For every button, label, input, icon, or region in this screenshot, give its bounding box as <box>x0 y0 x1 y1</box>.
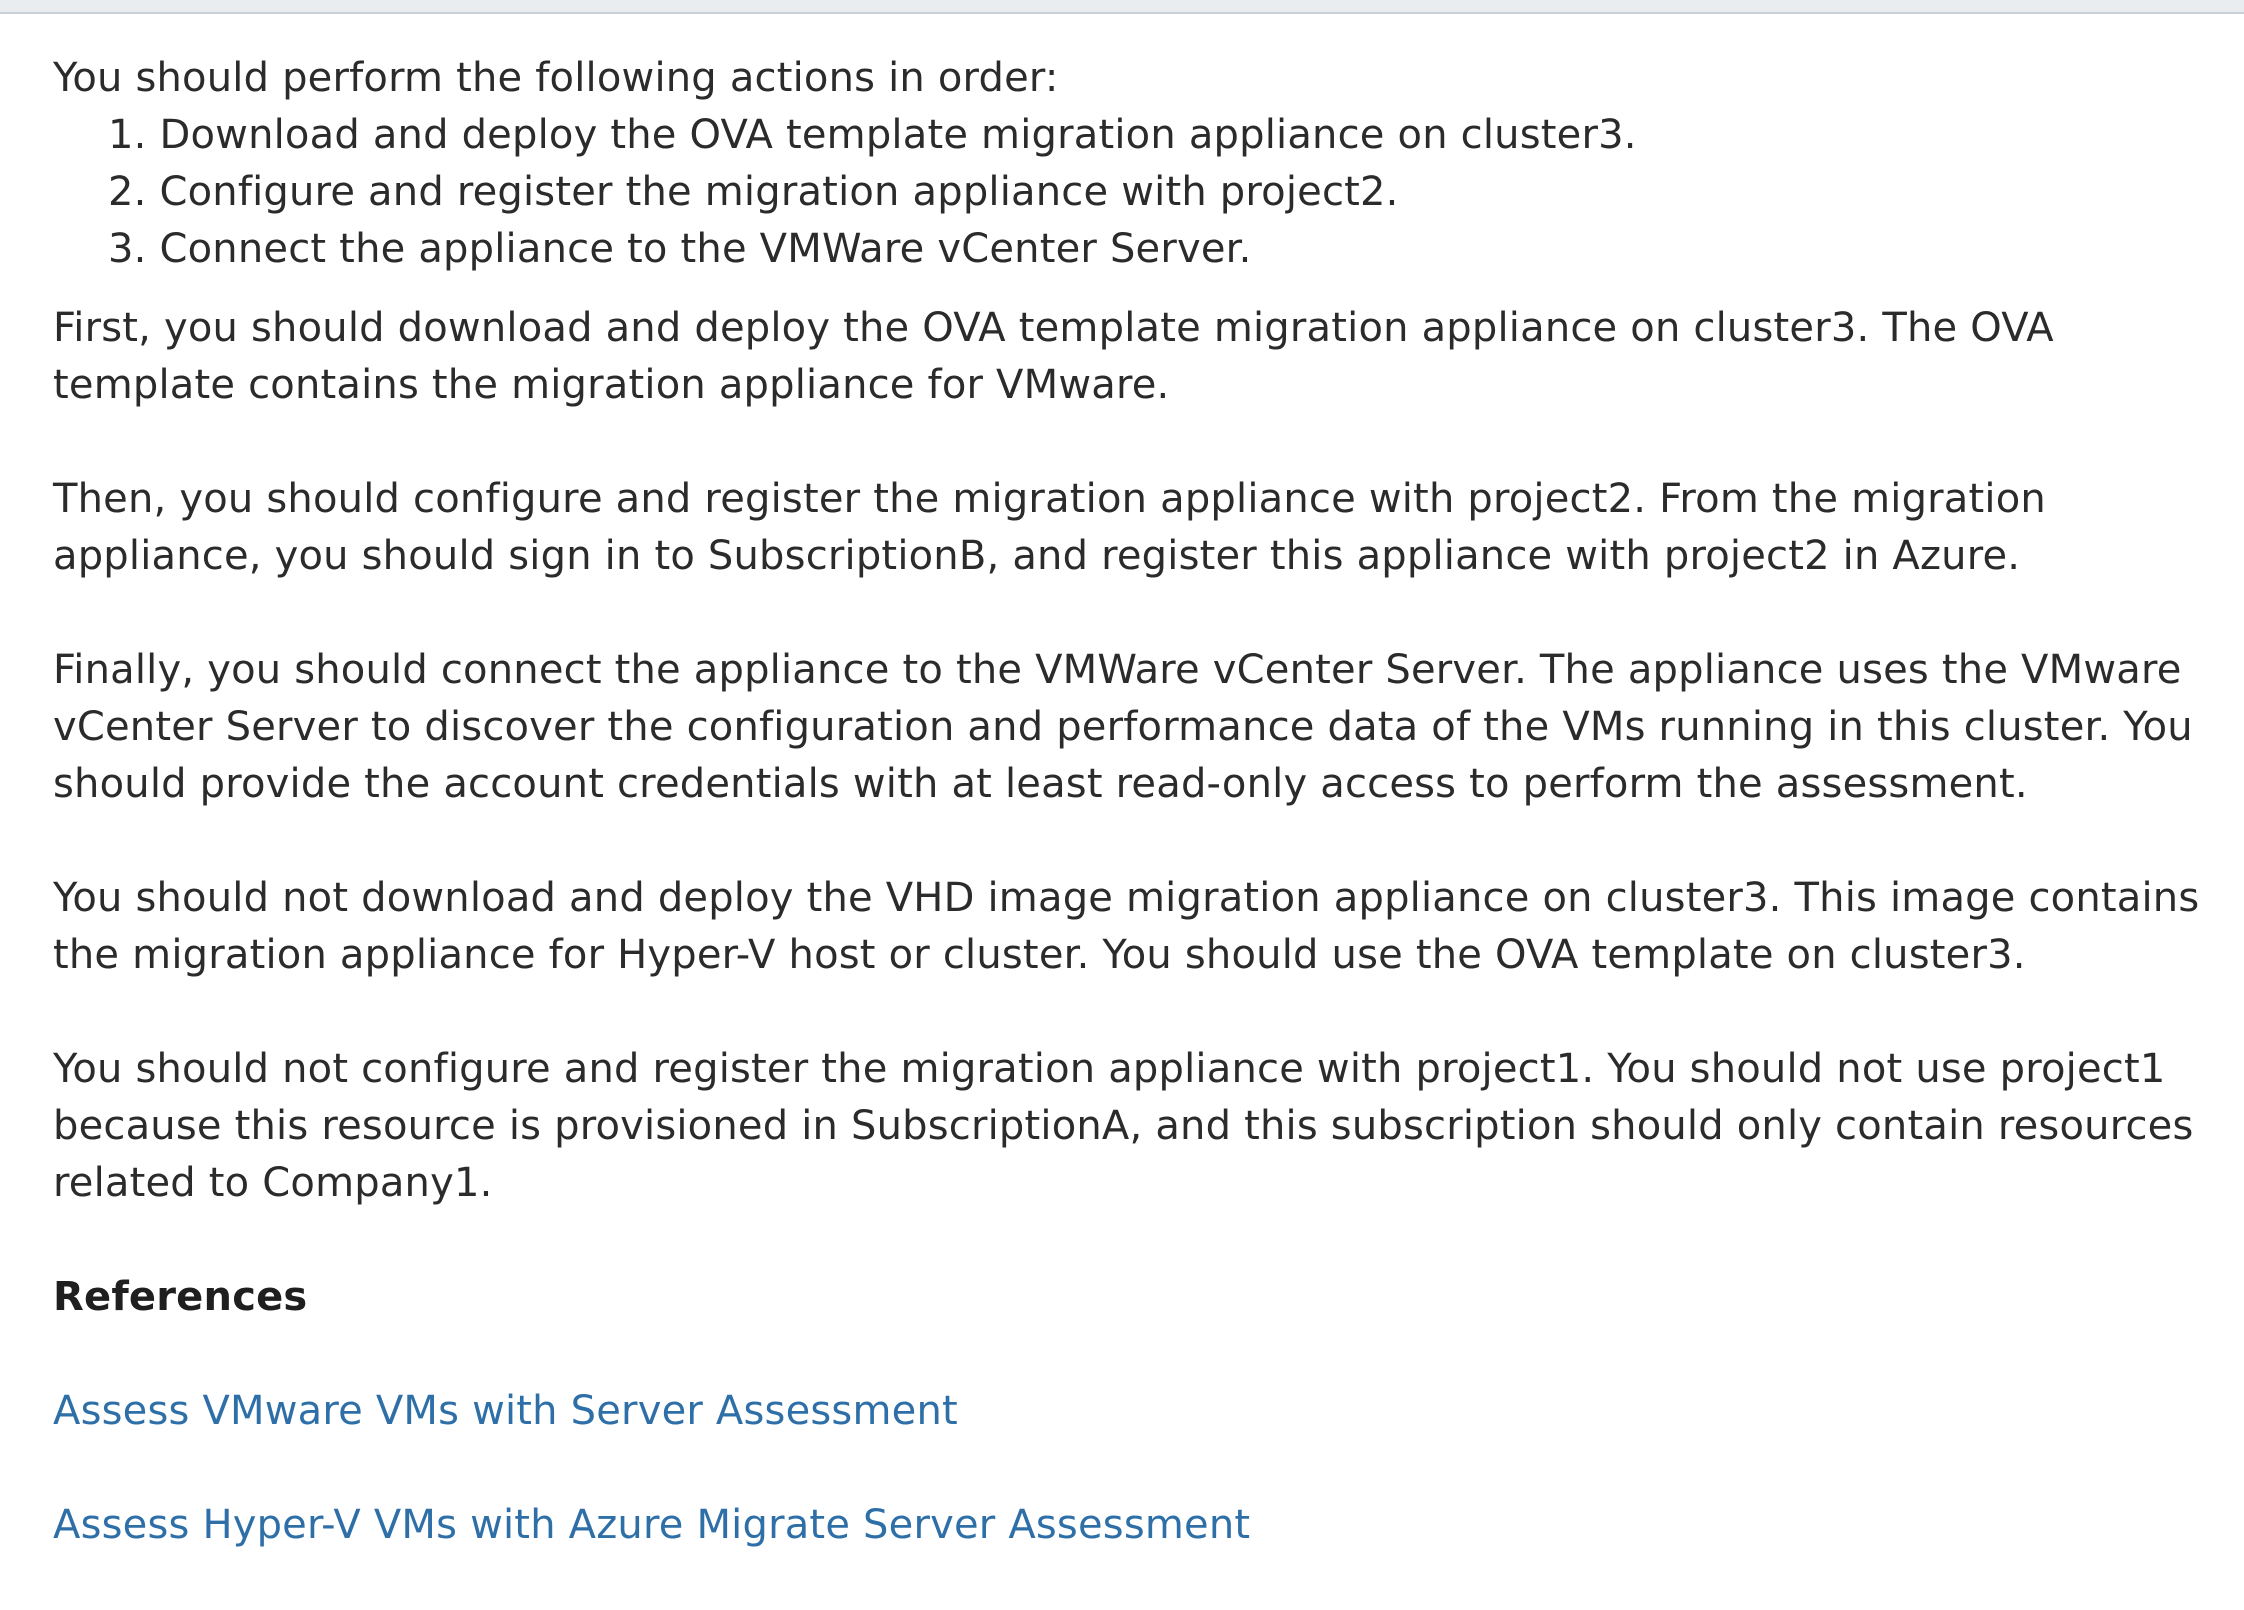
references-heading: References <box>53 1274 308 1320</box>
paragraph-vhd-note: You should not download and deploy the V… <box>53 875 2200 978</box>
paragraph-third-step: Finally, you should connect the applianc… <box>53 647 2193 807</box>
paragraph-first-step: First, you should download and deploy th… <box>53 305 2054 408</box>
step-item-3: 3. Connect the appliance to the VMWare v… <box>108 226 1252 272</box>
step-item-2: 2. Configure and register the migration … <box>108 169 1399 215</box>
step-item-1: 1. Download and deploy the OVA template … <box>108 112 1637 158</box>
reference-link-hyperv[interactable]: Assess Hyper-V VMs with Azure Migrate Se… <box>53 1497 2213 1554</box>
action-steps-list: 1. Download and deploy the OVA template … <box>53 107 2213 278</box>
explanation-content: You should perform the following actions… <box>53 50 2213 1554</box>
reference-link-vmware[interactable]: Assess VMware VMs with Server Assessment <box>53 1383 2213 1440</box>
paragraph-project1-note: You should not configure and register th… <box>53 1046 2194 1206</box>
intro-text: You should perform the following actions… <box>53 55 1059 101</box>
paragraph-second-step: Then, you should configure and register … <box>53 476 2046 579</box>
top-divider-strip <box>0 0 2244 14</box>
